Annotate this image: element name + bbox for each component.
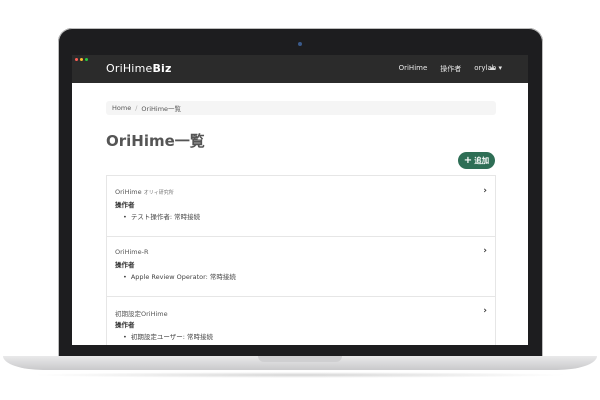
breadcrumb-separator: / bbox=[135, 104, 138, 112]
breadcrumb-home[interactable]: Home bbox=[112, 104, 131, 112]
list-item[interactable]: OriHime-R 操作者 Apple Review Operator: 常時接… bbox=[107, 236, 495, 297]
brand-text-bold: Biz bbox=[152, 62, 172, 75]
nav-operators[interactable]: 操作者 bbox=[440, 64, 461, 74]
chevron-right-icon[interactable]: › bbox=[483, 246, 487, 256]
orihime-list: OriHime オリィ研究所 操作者 テスト操作者: 常時接続 › OriHim… bbox=[106, 175, 496, 345]
nav-orihime[interactable]: OriHime bbox=[399, 64, 428, 74]
laptop-screen: OriHimeBiz OriHime 操作者 orylab ▾ ☁ Home /… bbox=[72, 55, 528, 345]
laptop-shadow bbox=[30, 372, 570, 378]
item-operator: テスト操作者: 常時接続 bbox=[123, 211, 200, 221]
page-title: OriHime一覧 bbox=[106, 132, 205, 150]
item-name-text: OriHime bbox=[115, 188, 142, 196]
item-name-suffix: オリィ研究所 bbox=[143, 190, 174, 196]
close-dot[interactable] bbox=[75, 58, 78, 61]
item-operator: Apple Review Operator: 常時接続 bbox=[123, 271, 236, 281]
list-item[interactable]: 初期設定OriHime 操作者 初期設定ユーザー: 常時接続 › bbox=[107, 296, 495, 345]
item-name: 初期設定OriHime bbox=[115, 308, 168, 318]
item-name: OriHime オリィ研究所 bbox=[115, 188, 174, 196]
breadcrumb-current: OriHime一覧 bbox=[141, 105, 182, 113]
item-name: OriHime-R bbox=[115, 248, 148, 256]
item-name-text: OriHime-R bbox=[115, 248, 149, 256]
top-navbar: OriHimeBiz OriHime 操作者 orylab ▾ ☁ bbox=[72, 55, 528, 83]
list-item[interactable]: OriHime オリィ研究所 操作者 テスト操作者: 常時接続 › bbox=[107, 176, 495, 237]
item-operator-label: 操作者 bbox=[115, 261, 135, 269]
laptop-notch bbox=[258, 356, 342, 362]
plus-icon: + bbox=[463, 155, 473, 166]
chevron-right-icon[interactable]: › bbox=[483, 306, 487, 316]
add-button-label: 追加 bbox=[474, 156, 490, 165]
add-button[interactable]: + 追加 bbox=[458, 152, 495, 169]
chevron-right-icon[interactable]: › bbox=[483, 186, 487, 196]
cloud-icon[interactable]: ☁ bbox=[488, 63, 496, 72]
brand-logo[interactable]: OriHimeBiz bbox=[106, 62, 172, 75]
minimize-dot[interactable] bbox=[80, 58, 83, 61]
brand-text: OriHime bbox=[106, 62, 153, 75]
nav-links: OriHime 操作者 orylab ▾ bbox=[399, 64, 502, 74]
item-name-text: 初期設定OriHime bbox=[115, 310, 168, 318]
breadcrumb: Home / OriHime一覧 bbox=[106, 101, 496, 115]
window-controls bbox=[75, 58, 88, 61]
item-operator-label: 操作者 bbox=[115, 321, 135, 329]
camera-icon bbox=[298, 42, 302, 46]
zoom-dot[interactable] bbox=[85, 58, 88, 61]
item-operator: 初期設定ユーザー: 常時接続 bbox=[123, 331, 213, 341]
item-operator-label: 操作者 bbox=[115, 201, 135, 209]
